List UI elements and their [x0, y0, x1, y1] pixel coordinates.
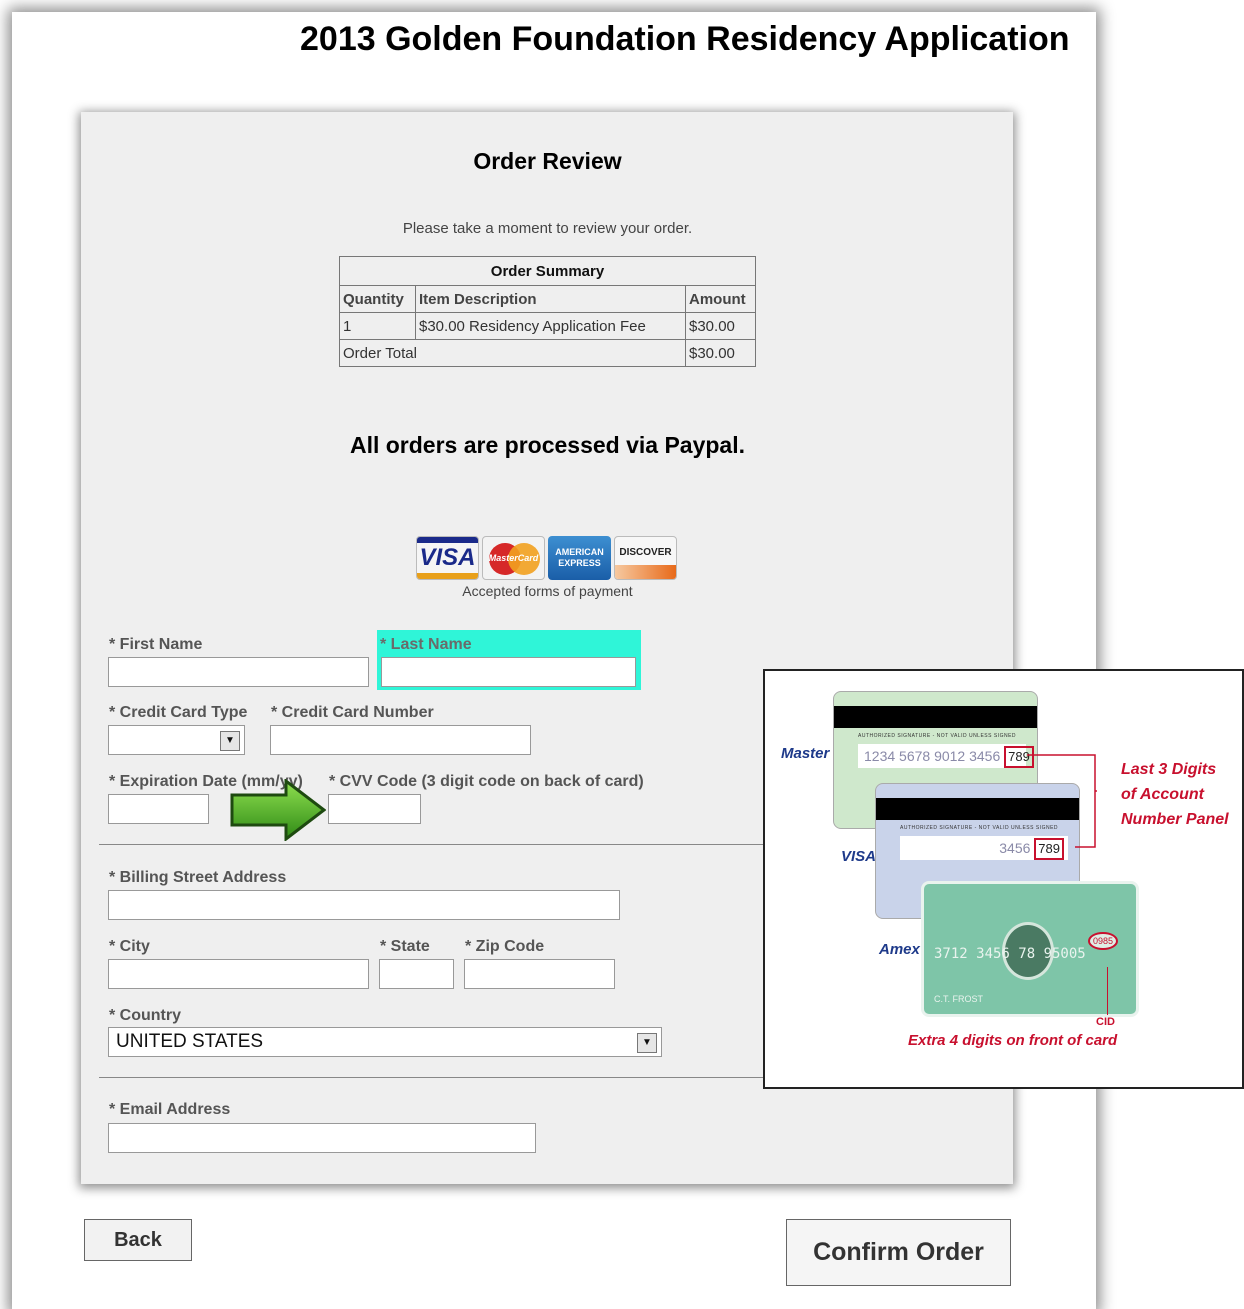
- card-number-label: * Credit Card Number: [271, 704, 434, 721]
- country-label: * Country: [109, 1007, 181, 1024]
- amex-note: Extra 4 digits on front of card: [908, 1032, 1118, 1049]
- last-name-input[interactable]: [381, 657, 636, 687]
- last3-line3: Number Panel: [1121, 811, 1229, 828]
- zip-label: * Zip Code: [465, 938, 545, 955]
- last3-line1: Last 3 Digits: [1121, 761, 1217, 778]
- amex-logo: AMERICAN EXPRESS: [548, 536, 611, 580]
- amex-cid-circle: 0985: [1088, 932, 1119, 950]
- city-input[interactable]: [108, 959, 369, 989]
- page-title: 2013 Golden Foundation Residency Applica…: [300, 20, 1070, 58]
- amex-label: Amex: [879, 941, 920, 958]
- country-select[interactable]: UNITED STATES ▼: [108, 1027, 662, 1057]
- cvv-input[interactable]: [328, 794, 421, 824]
- chevron-down-icon[interactable]: ▼: [637, 1033, 657, 1053]
- cvv-label: * CVV Code (3 digit code on back of card…: [329, 773, 644, 790]
- expiration-input[interactable]: [108, 794, 209, 824]
- first-name-input[interactable]: [108, 657, 369, 687]
- last-name-label: * Last Name: [380, 636, 472, 653]
- card-number-input[interactable]: [270, 725, 531, 755]
- chevron-down-icon[interactable]: ▼: [220, 731, 240, 751]
- master-signature-strip: 1234 5678 9012 3456 789: [858, 744, 1034, 768]
- visa-logo: VISA: [416, 536, 479, 580]
- confirm-order-button[interactable]: Confirm Order: [786, 1219, 1011, 1286]
- mastercard-logo: MasterCard: [482, 536, 545, 580]
- accepted-payment-caption: Accepted forms of payment: [462, 583, 633, 599]
- section-divider: [99, 844, 763, 845]
- email-input[interactable]: [108, 1123, 536, 1153]
- connector-lines: [1027, 754, 1097, 848]
- country-value: UNITED STATES: [116, 1031, 264, 1052]
- column-header-amount: Amount: [685, 285, 756, 313]
- row-amount: $30.00: [685, 312, 756, 340]
- last3-line2: of Account: [1121, 786, 1204, 803]
- row-description: $30.00 Residency Application Fee: [415, 312, 686, 340]
- card-type-select[interactable]: ▼: [108, 725, 245, 755]
- order-review-intro: Please take a moment to review your orde…: [402, 220, 693, 237]
- table-row: 1 $30.00 Residency Application Fee $30.0…: [339, 312, 756, 340]
- column-header-description: Item Description: [415, 285, 686, 313]
- back-button[interactable]: Back: [84, 1219, 192, 1261]
- order-total-label: Order Total: [339, 339, 686, 367]
- cvv-help-illustration: AUTHORIZED SIGNATURE - NOT VALID UNLESS …: [763, 669, 1244, 1089]
- discover-logo: DISCOVER: [614, 536, 677, 580]
- green-arrow-icon: [230, 779, 326, 841]
- cid-label: CID: [1096, 1016, 1115, 1028]
- order-summary-table: Order Summary Quantity Item Description …: [339, 256, 756, 367]
- visa-label: VISA: [841, 848, 877, 865]
- order-review-title: Order Review: [473, 148, 622, 174]
- billing-address-input[interactable]: [108, 890, 620, 920]
- order-total-amount: $30.00: [685, 339, 756, 367]
- email-label: * Email Address: [109, 1101, 231, 1118]
- state-input[interactable]: [379, 959, 454, 989]
- state-label: * State: [380, 938, 430, 955]
- zip-input[interactable]: [464, 959, 615, 989]
- order-summary-heading: Order Summary: [339, 256, 756, 286]
- payment-logos: VISA MasterCard AMERICAN EXPRESS DISCOVE…: [416, 536, 677, 580]
- city-label: * City: [109, 938, 150, 955]
- master-label: Master: [781, 745, 830, 762]
- card-type-label: * Credit Card Type: [109, 704, 248, 721]
- first-name-label: * First Name: [109, 636, 203, 653]
- order-total-row: Order Total $30.00: [339, 339, 756, 367]
- section-divider: [99, 1077, 763, 1078]
- column-header-quantity: Quantity: [339, 285, 416, 313]
- paypal-note: All orders are processed via Paypal.: [349, 432, 746, 458]
- row-quantity: 1: [339, 312, 416, 340]
- billing-address-label: * Billing Street Address: [109, 869, 287, 886]
